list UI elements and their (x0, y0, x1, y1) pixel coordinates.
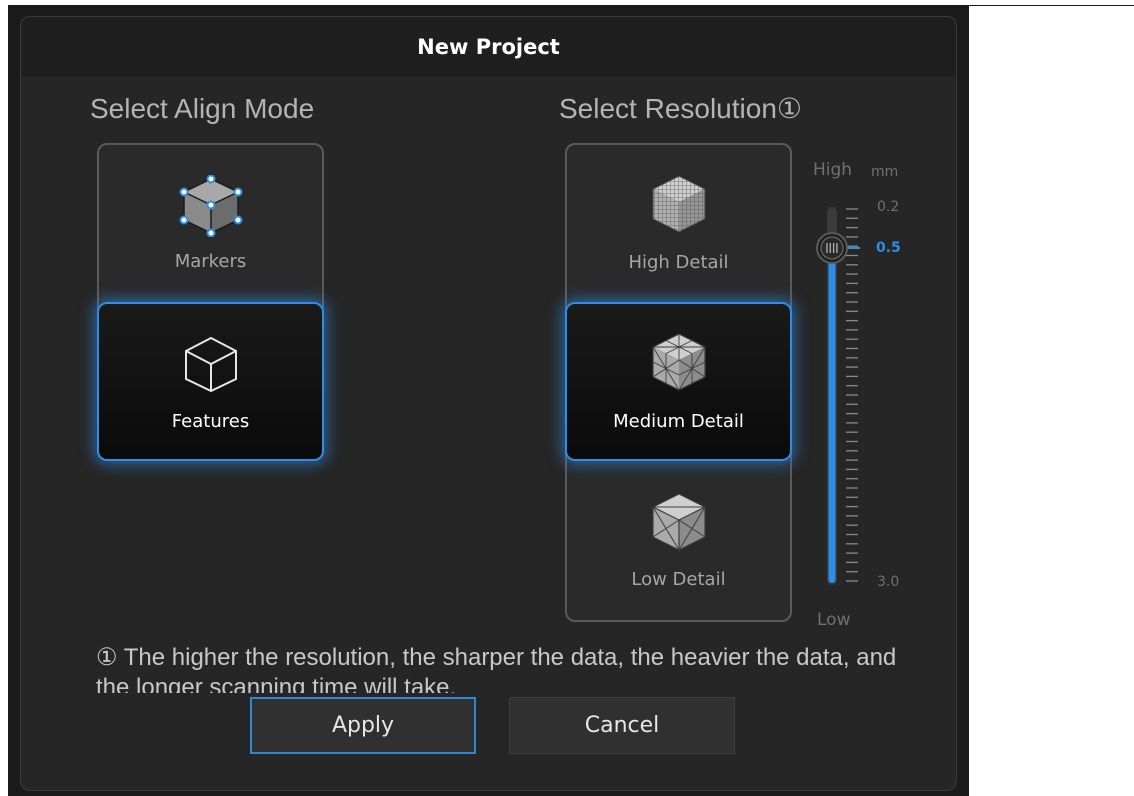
frame-border-right (968, 5, 969, 796)
resolution-heading: Select Resolution① (559, 93, 803, 124)
slider-high-label: High (813, 160, 853, 180)
slider-unit-label: mm (871, 164, 899, 180)
resolution-option-medium[interactable]: Medium Detail (565, 302, 792, 461)
resolution-option-low[interactable]: Low Detail (565, 462, 792, 620)
slider-fill (828, 247, 836, 583)
high-detail-label: High Detail (628, 252, 729, 273)
resolution-footnote: ① The higher the resolution, the sharper… (96, 644, 897, 693)
medium-detail-label: Medium Detail (613, 411, 744, 432)
slider-handle[interactable] (816, 232, 848, 264)
markers-label: Markers (174, 251, 247, 272)
low-detail-label: Low Detail (631, 569, 726, 590)
frame-border-left (8, 5, 9, 796)
dialog-titlebar: New Project (21, 17, 956, 77)
resolution-option-high[interactable]: High Detail (565, 145, 792, 301)
markers-cube-icon (179, 175, 242, 237)
dialog-title: New Project (417, 35, 560, 59)
align-option-features[interactable]: Features (97, 302, 324, 461)
resolution-slider[interactable] (812, 195, 872, 590)
slider-min-value: 0.2 (877, 199, 900, 215)
slider-current-value: 0.5 (876, 240, 901, 256)
apply-button[interactable]: Apply (250, 697, 476, 754)
low-detail-mesh-cube-icon (651, 493, 706, 551)
slider-low-label: Low (817, 610, 851, 630)
slider-ticks (846, 208, 858, 582)
screen: New Project Select Align Mode Markers Fe… (0, 0, 1134, 796)
cancel-button[interactable]: Cancel (509, 697, 735, 754)
high-detail-mesh-cube-icon (652, 175, 705, 233)
features-cube-icon (184, 336, 237, 393)
medium-detail-mesh-cube-icon (651, 333, 706, 391)
slider-max-value: 3.0 (877, 574, 900, 590)
features-label: Features (171, 411, 250, 432)
frame-border-top (8, 5, 1134, 6)
align-mode-heading: Select Align Mode (90, 93, 315, 124)
align-option-markers[interactable]: Markers (97, 145, 324, 301)
